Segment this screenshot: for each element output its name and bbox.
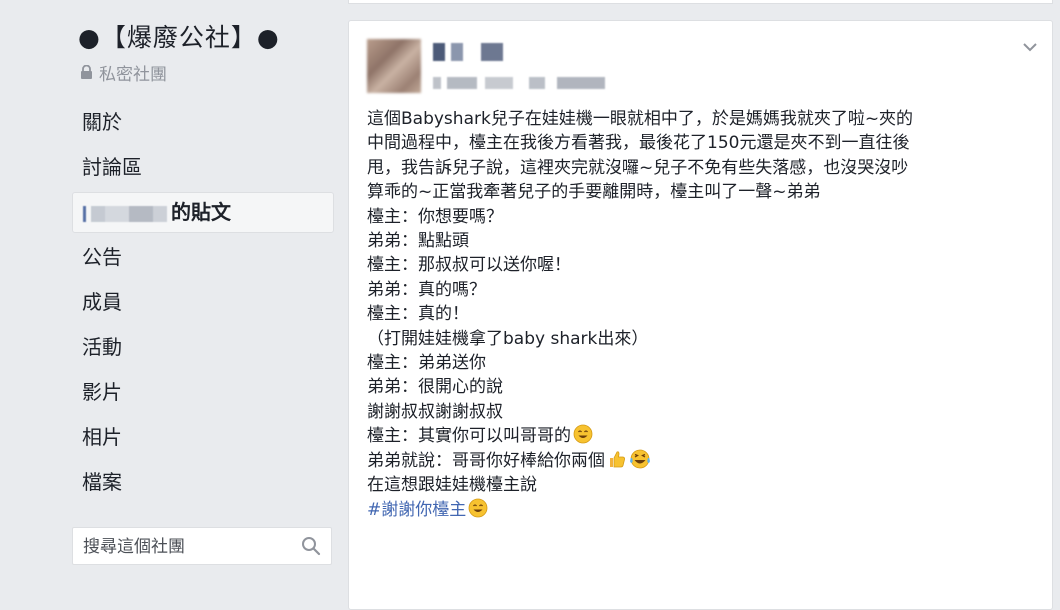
author-avatar[interactable]	[367, 39, 421, 93]
nav-item-events[interactable]: 活動	[72, 327, 334, 368]
nav-item-members[interactable]: 成員	[72, 282, 334, 323]
nav-item-files[interactable]: 檔案	[72, 462, 334, 503]
post-line-with-emoji: 檯主：其實你可以叫哥哥的	[367, 424, 1047, 448]
post-line: 弟弟：點點頭	[367, 231, 469, 252]
post-line: 這個Babyshark兒子在娃娃機一眼就相中了，於是媽媽我就夾了啦~夾的	[367, 109, 914, 129]
nav-item-discussion[interactable]: 討論區	[72, 147, 334, 188]
group-search-input[interactable]	[73, 528, 305, 566]
post-line: 檯主：那叔叔可以送你喔！	[367, 255, 571, 276]
post-card: 這個Babyshark兒子在娃娃機一眼就相中了，於是媽媽我就夾了啦~夾的 中間過…	[348, 20, 1053, 610]
post-line-with-emoji: 弟弟就說：哥哥你好棒給你兩個	[367, 449, 1047, 473]
nav-item-about[interactable]: 關於	[72, 102, 334, 143]
smiling-emoji-icon	[468, 498, 488, 517]
nav-item-announcements[interactable]: 公告	[72, 237, 334, 278]
post-line: 弟弟：很開心的說	[367, 377, 503, 398]
redacted-member-name	[83, 205, 167, 222]
post-line: 甩，我告訴兒子說，這裡夾完就沒囉~兒子不免有些失落感，也沒哭沒吵	[367, 157, 909, 178]
group-search-box	[72, 527, 332, 566]
post-line: 謝謝叔叔謝謝叔叔	[367, 401, 503, 422]
post-line: 檯主：真的！	[367, 304, 469, 325]
thumbs-up-icon	[610, 451, 625, 468]
post-line: 檯主：弟弟送你	[367, 353, 486, 374]
post-body: 這個Babyshark兒子在娃娃機一眼就相中了，於是媽媽我就夾了啦~夾的 中間過…	[367, 107, 1047, 522]
group-sidebar: ●【爆廢公社】● 私密社團 關於 討論區 的貼文 公告 成員 活動 影片 相片 …	[0, 0, 345, 596]
nav-item-videos[interactable]: 影片	[72, 372, 334, 413]
nav-item-photos[interactable]: 相片	[72, 417, 334, 458]
group-privacy: 私密社團	[80, 60, 167, 85]
post-hashtag-line: #謝謝你檯主	[367, 498, 1047, 522]
post-line: 弟弟：真的嗎？	[367, 279, 486, 300]
hashtag-link[interactable]: #謝謝你檯主	[367, 500, 466, 520]
group-title[interactable]: ●【爆廢公社】●	[78, 18, 280, 54]
nav-item-member-posts[interactable]: 的貼文	[72, 192, 334, 233]
post-line: （打開娃娃機拿了baby shark出來）	[367, 328, 649, 349]
smiling-emoji-icon	[573, 424, 593, 444]
post-line: 檯主：你想要嗎？	[367, 206, 503, 227]
post-line: 在這想跟娃娃機檯主說	[367, 475, 537, 496]
tears-of-joy-emoji-icon	[630, 449, 650, 469]
post-line: 算乖的~正當我牽著兒子的手要離開時，檯主叫了一聲~弟弟	[367, 182, 821, 203]
post-meta-redacted	[433, 77, 605, 89]
post-line: 中間過程中，檯主在我後方看著我，最後花了150元還是夾不到一直往後	[367, 133, 910, 154]
search-icon[interactable]	[301, 536, 321, 556]
author-name-redacted[interactable]	[433, 43, 503, 61]
group-nav: 關於 討論區 的貼文 公告 成員 活動 影片 相片 檔案	[72, 102, 334, 507]
lock-icon	[81, 65, 92, 79]
privacy-label: 私密社團	[99, 65, 167, 85]
previous-post-card-edge	[348, 0, 1053, 4]
chevron-down-icon[interactable]	[1022, 39, 1038, 55]
